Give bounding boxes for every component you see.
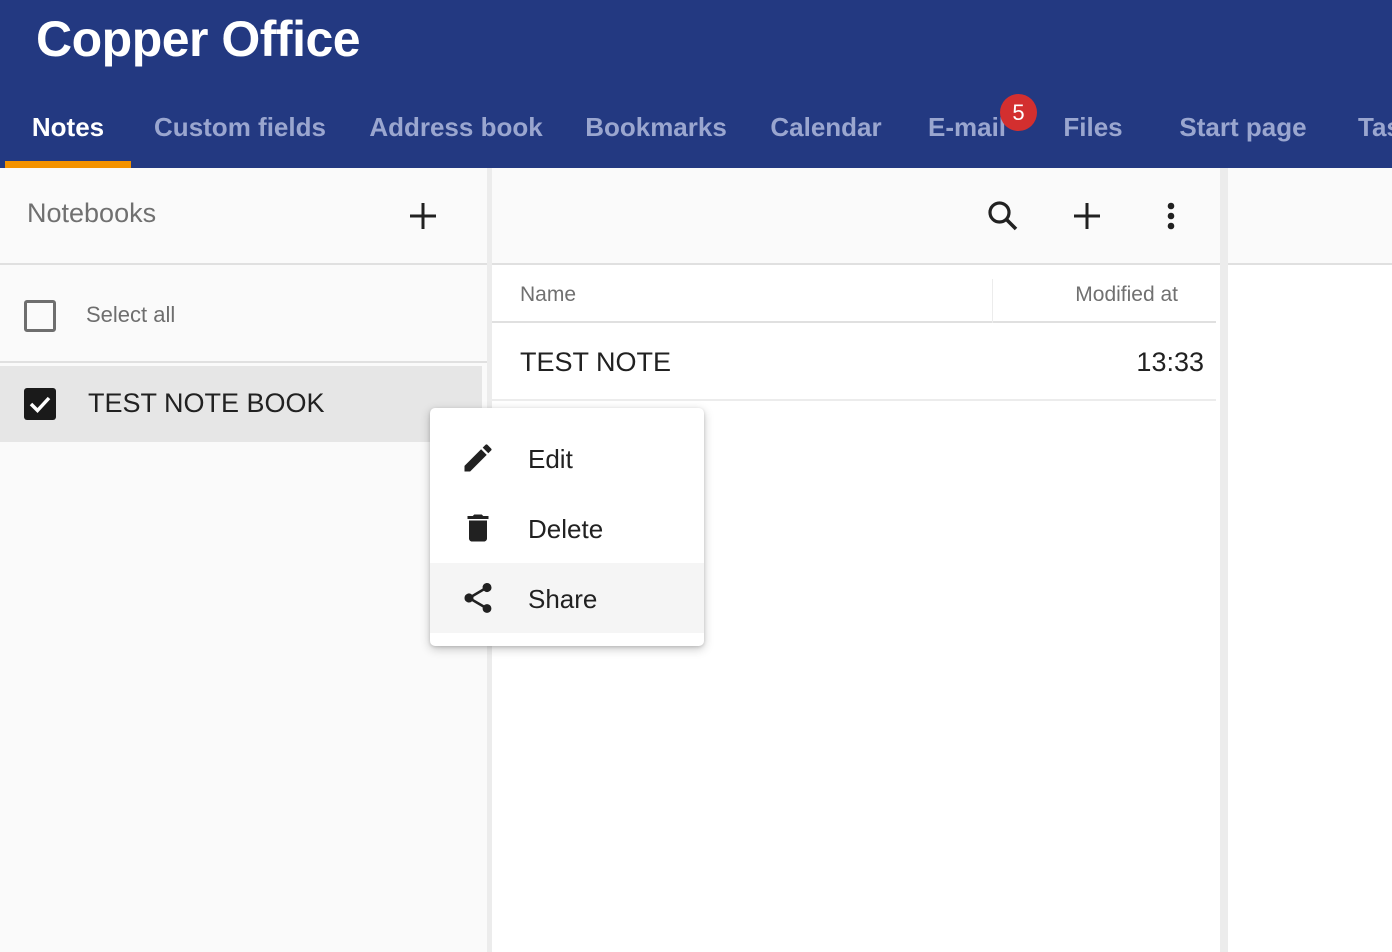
more-vert-icon — [1167, 202, 1175, 230]
tab-tasks[interactable]: Tas — [1346, 90, 1392, 168]
tab-custom-fields[interactable]: Custom fields — [140, 90, 340, 168]
pencil-icon — [464, 444, 492, 472]
menu-item-label: Share — [528, 584, 598, 614]
tab-bookmarks[interactable]: Bookmarks — [574, 90, 738, 168]
tab-calendar[interactable]: Calendar — [758, 90, 894, 168]
notebooks-sidebar: Notebooks Select all TEST NOTE BOOK — [0, 168, 487, 952]
panel-divider[interactable] — [1220, 168, 1228, 952]
note-modified-time: 13:33 — [1136, 347, 1204, 377]
add-note-button[interactable] — [1065, 194, 1109, 238]
tab-notes[interactable]: Notes — [5, 90, 131, 168]
checkmark-icon — [29, 396, 51, 414]
search-button[interactable] — [981, 194, 1025, 238]
menu-item-delete[interactable]: Delete — [430, 493, 704, 563]
select-all-checkbox[interactable] — [24, 300, 56, 332]
tab-files[interactable]: Files — [1052, 90, 1134, 168]
column-separator[interactable] — [992, 279, 993, 323]
email-unread-badge: 5 — [1000, 94, 1037, 131]
notes-toolbar — [492, 168, 1220, 265]
tab-address-book[interactable]: Address book — [357, 90, 555, 168]
menu-item-share[interactable]: Share — [430, 563, 704, 633]
menu-item-edit[interactable]: Edit — [430, 423, 704, 493]
trash-icon — [467, 514, 489, 542]
more-options-button[interactable] — [1149, 194, 1193, 238]
notes-table-header: Name Modified at — [492, 267, 1216, 323]
note-name: TEST NOTE — [520, 347, 672, 377]
app-header: Copper Office Notes Custom fields Addres… — [0, 0, 1392, 168]
notebook-list-item[interactable]: TEST NOTE BOOK — [0, 366, 482, 442]
notebook-label: TEST NOTE BOOK — [88, 388, 325, 418]
column-header-name[interactable]: Name — [520, 283, 576, 307]
sidebar-toolbar: Notebooks — [0, 168, 487, 265]
notebooks-title: Notebooks — [27, 198, 157, 228]
search-icon — [988, 201, 1018, 231]
menu-item-label: Edit — [528, 444, 573, 474]
active-tab-indicator — [5, 161, 131, 168]
add-notebook-button[interactable] — [401, 194, 445, 238]
select-all-row[interactable]: Select all — [0, 267, 487, 363]
share-icon — [464, 582, 492, 613]
detail-toolbar — [1228, 168, 1392, 265]
plus-icon — [1074, 203, 1100, 229]
select-all-label: Select all — [86, 302, 176, 327]
table-row[interactable]: TEST NOTE 13:33 — [492, 325, 1216, 401]
notebook-context-menu: Edit Delete Share — [430, 408, 704, 646]
column-header-modified[interactable]: Modified at — [1075, 283, 1178, 307]
menu-item-label: Delete — [528, 514, 604, 544]
plus-icon — [410, 203, 436, 229]
notebook-checkbox[interactable] — [24, 388, 56, 420]
note-detail-panel — [1228, 168, 1392, 952]
tab-bar: Notes Custom fields Address book Bookmar… — [0, 90, 1392, 168]
tab-start-page[interactable]: Start page — [1164, 90, 1322, 168]
app-title: Copper Office — [36, 11, 361, 67]
